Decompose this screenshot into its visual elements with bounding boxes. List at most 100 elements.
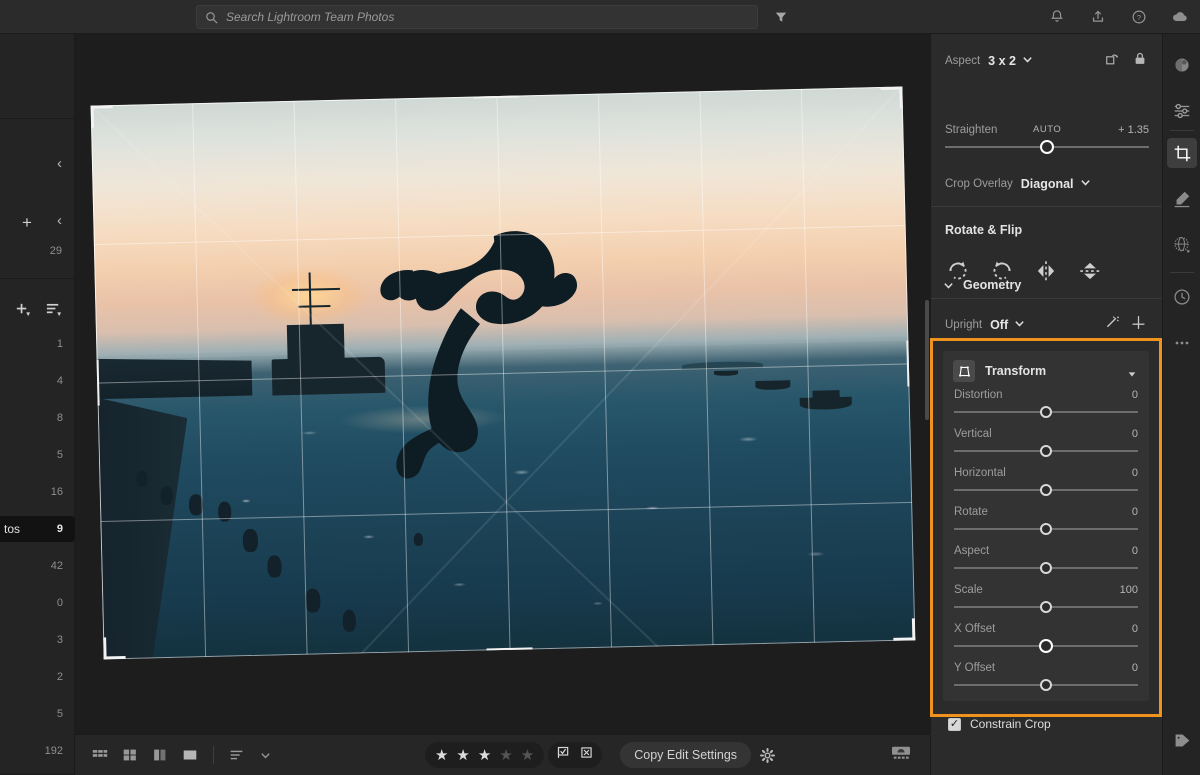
tag-keyword-icon[interactable]	[1167, 725, 1197, 755]
slider-knob[interactable]	[1040, 406, 1052, 418]
star-2[interactable]: ★	[456, 746, 469, 764]
rating-stars[interactable]: ★ ★ ★ ★ ★	[425, 742, 544, 768]
slider-knob[interactable]	[1040, 445, 1052, 457]
more-ellipsis-icon[interactable]	[1167, 328, 1197, 358]
slider-knob[interactable]	[1040, 562, 1052, 574]
share-upload-icon[interactable]	[1088, 7, 1108, 27]
add-item-icon[interactable]	[14, 301, 31, 323]
bell-notifications-icon[interactable]	[1047, 7, 1067, 27]
star-3[interactable]: ★	[478, 746, 491, 764]
star-1[interactable]: ★	[435, 746, 448, 764]
healing-brush-icon[interactable]	[1167, 184, 1197, 214]
list-item[interactable]: 16	[0, 479, 75, 505]
help-question-icon[interactable]: ?	[1129, 7, 1149, 27]
slider-horizontal[interactable]: Horizontal0	[943, 467, 1149, 496]
gear-settings-icon[interactable]	[753, 742, 781, 768]
chevron-down-icon[interactable]	[1022, 52, 1033, 70]
rotate-crop-icon[interactable]	[1105, 52, 1119, 71]
info-circle-icon[interactable]	[1167, 771, 1197, 775]
photo-crop-area[interactable]	[91, 87, 916, 660]
constrain-crop-row[interactable]: ✓ Constrain Crop	[930, 710, 1162, 738]
grid-square-icon[interactable]	[119, 744, 141, 766]
slider-track[interactable]	[954, 679, 1138, 691]
crop-handle-top-right[interactable]	[880, 87, 903, 110]
collapse-chevron-icon[interactable]: ‹	[57, 155, 62, 172]
chevron-down-icon[interactable]	[1080, 175, 1091, 193]
star-5[interactable]: ★	[521, 746, 534, 764]
upright-value[interactable]: Off	[990, 318, 1008, 332]
history-clock-icon[interactable]	[1167, 282, 1197, 312]
straighten-auto-label[interactable]: AUTO	[1033, 124, 1061, 135]
list-item[interactable]: 4	[0, 368, 75, 394]
transform-collapse-chevron-icon[interactable]	[1127, 366, 1137, 384]
sort-list-icon[interactable]	[45, 301, 62, 323]
grid-compact-icon[interactable]	[89, 744, 111, 766]
filter-funnel-icon[interactable]	[770, 7, 792, 27]
list-item-selected[interactable]: tos 9	[0, 516, 75, 542]
straighten-slider[interactable]: Straighten AUTO + 1.35	[945, 124, 1149, 153]
slider-track[interactable]	[954, 445, 1138, 457]
flip-vertical-icon[interactable]	[1077, 258, 1103, 289]
add-album-plus-icon[interactable]: +	[22, 214, 32, 231]
crop-overlay-value[interactable]: Diagonal	[1021, 177, 1074, 191]
padlock-locked-icon[interactable]	[1133, 51, 1147, 71]
cloud-sync-icon[interactable]	[1170, 7, 1190, 27]
flag-pick-icon[interactable]	[556, 745, 571, 765]
slider-aspect[interactable]: Aspect0	[943, 545, 1149, 574]
panel-scrollbar[interactable]	[925, 300, 929, 420]
list-item[interactable]: 192	[0, 738, 75, 764]
photo-canvas[interactable]	[75, 34, 930, 734]
slider-knob[interactable]	[1040, 679, 1052, 691]
crop-handle-top[interactable]	[473, 95, 519, 99]
slider-distortion[interactable]: Distortion0	[943, 389, 1149, 418]
aspect-value[interactable]: 3 x 2	[988, 54, 1016, 68]
slider-knob[interactable]	[1040, 601, 1052, 613]
crop-handle-top-left[interactable]	[91, 105, 114, 128]
crop-icon[interactable]	[1167, 138, 1197, 168]
guided-upright-wand-icon[interactable]	[1104, 314, 1121, 336]
slider-scale[interactable]: Scale100	[943, 584, 1149, 613]
list-item[interactable]: 5	[0, 701, 75, 727]
geometry-header[interactable]: Geometry	[943, 278, 1021, 292]
flag-reject-icon[interactable]	[579, 745, 594, 765]
star-4[interactable]: ★	[499, 746, 512, 764]
presets-circle-icon[interactable]	[1167, 50, 1197, 80]
masking-sphere-icon[interactable]	[1167, 230, 1197, 260]
slider-x-offset[interactable]: X Offset0	[943, 623, 1149, 652]
sort-order-icon[interactable]	[226, 744, 248, 766]
search-input[interactable]	[226, 10, 749, 24]
crop-handle-bottom[interactable]	[486, 647, 532, 651]
sort-chevron-down-icon[interactable]	[254, 744, 276, 766]
slider-knob[interactable]	[1040, 484, 1052, 496]
search-bar[interactable]	[196, 5, 758, 29]
slider-track[interactable]	[954, 601, 1138, 613]
list-item[interactable]: 42	[0, 553, 75, 579]
slider-knob[interactable]	[1040, 523, 1052, 535]
slider-rotate[interactable]: Rotate0	[943, 506, 1149, 535]
slider-track[interactable]	[954, 523, 1138, 535]
constrain-crop-checkbox[interactable]: ✓	[948, 718, 961, 731]
chevron-down-icon[interactable]	[1014, 316, 1025, 334]
albums-chevron-icon[interactable]: ‹	[57, 212, 62, 229]
slider-vertical[interactable]: Vertical0	[943, 428, 1149, 457]
slider-y-offset[interactable]: Y Offset0	[943, 662, 1149, 691]
edit-sliders-icon[interactable]	[1167, 96, 1197, 126]
list-item[interactable]: 2	[0, 664, 75, 690]
crop-handle-bottom-right[interactable]	[893, 618, 916, 641]
list-item[interactable]: 1	[0, 331, 75, 357]
compare-split-icon[interactable]	[149, 744, 171, 766]
slider-knob-active[interactable]	[1039, 639, 1053, 653]
crop-handle-right[interactable]	[906, 340, 910, 386]
list-item[interactable]: 8	[0, 405, 75, 431]
list-item[interactable]: 0	[0, 590, 75, 616]
filmstrip-toggle-icon[interactable]	[890, 744, 912, 766]
crosshair-icon[interactable]	[1130, 314, 1147, 336]
single-photo-icon[interactable]	[179, 744, 201, 766]
straighten-knob[interactable]	[1040, 140, 1054, 154]
slider-track[interactable]	[954, 406, 1138, 418]
slider-track[interactable]	[954, 562, 1138, 574]
flip-horizontal-icon[interactable]	[1033, 258, 1059, 289]
slider-track[interactable]	[954, 484, 1138, 496]
copy-edit-settings-button[interactable]: Copy Edit Settings	[620, 742, 751, 768]
chevron-down-icon[interactable]	[943, 280, 954, 291]
